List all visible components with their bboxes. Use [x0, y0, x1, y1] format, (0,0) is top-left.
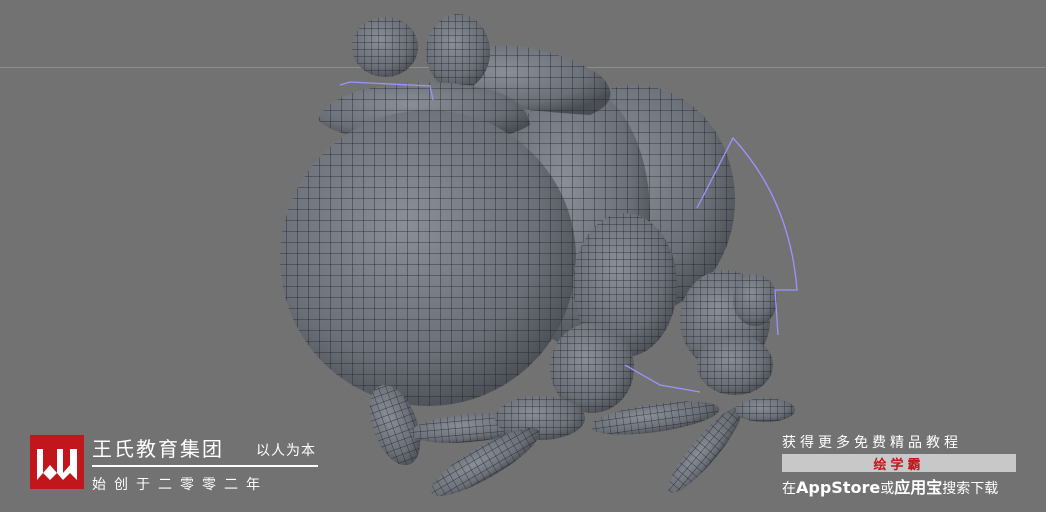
promo-store2: 应用宝 — [894, 478, 943, 497]
promo-prefix: 在 — [782, 481, 796, 497]
brand-founded: 始创于二零零二年 — [92, 477, 268, 493]
promo-store: AppStore — [796, 478, 881, 497]
top-knob-left[interactable] — [352, 17, 418, 77]
brand-slogan: 以人为本 — [256, 443, 316, 459]
promo-or: 或 — [880, 481, 895, 497]
promo-suffix: 搜索下载 — [942, 481, 999, 497]
brand-divider — [92, 465, 318, 467]
w-logo-icon — [30, 435, 84, 489]
promo-download-text: 在AppStore或应用宝搜索下载 — [782, 474, 1032, 498]
front-body-sphere[interactable] — [280, 110, 576, 406]
promo-app-name: 绘学霸 — [873, 457, 925, 473]
top-knob-right[interactable] — [426, 14, 490, 90]
3d-viewport[interactable]: 王氏教育集团 以人为本 始创于二零零二年 获得更多免费精品教程 绘学霸 在App… — [0, 0, 1046, 512]
brand-name: 王氏教育集团 — [92, 437, 224, 461]
head-cluster[interactable] — [680, 270, 777, 395]
promo-app-banner[interactable]: 绘学霸 — [782, 454, 1016, 473]
promo-headline: 获得更多免费精品教程 — [782, 435, 962, 451]
